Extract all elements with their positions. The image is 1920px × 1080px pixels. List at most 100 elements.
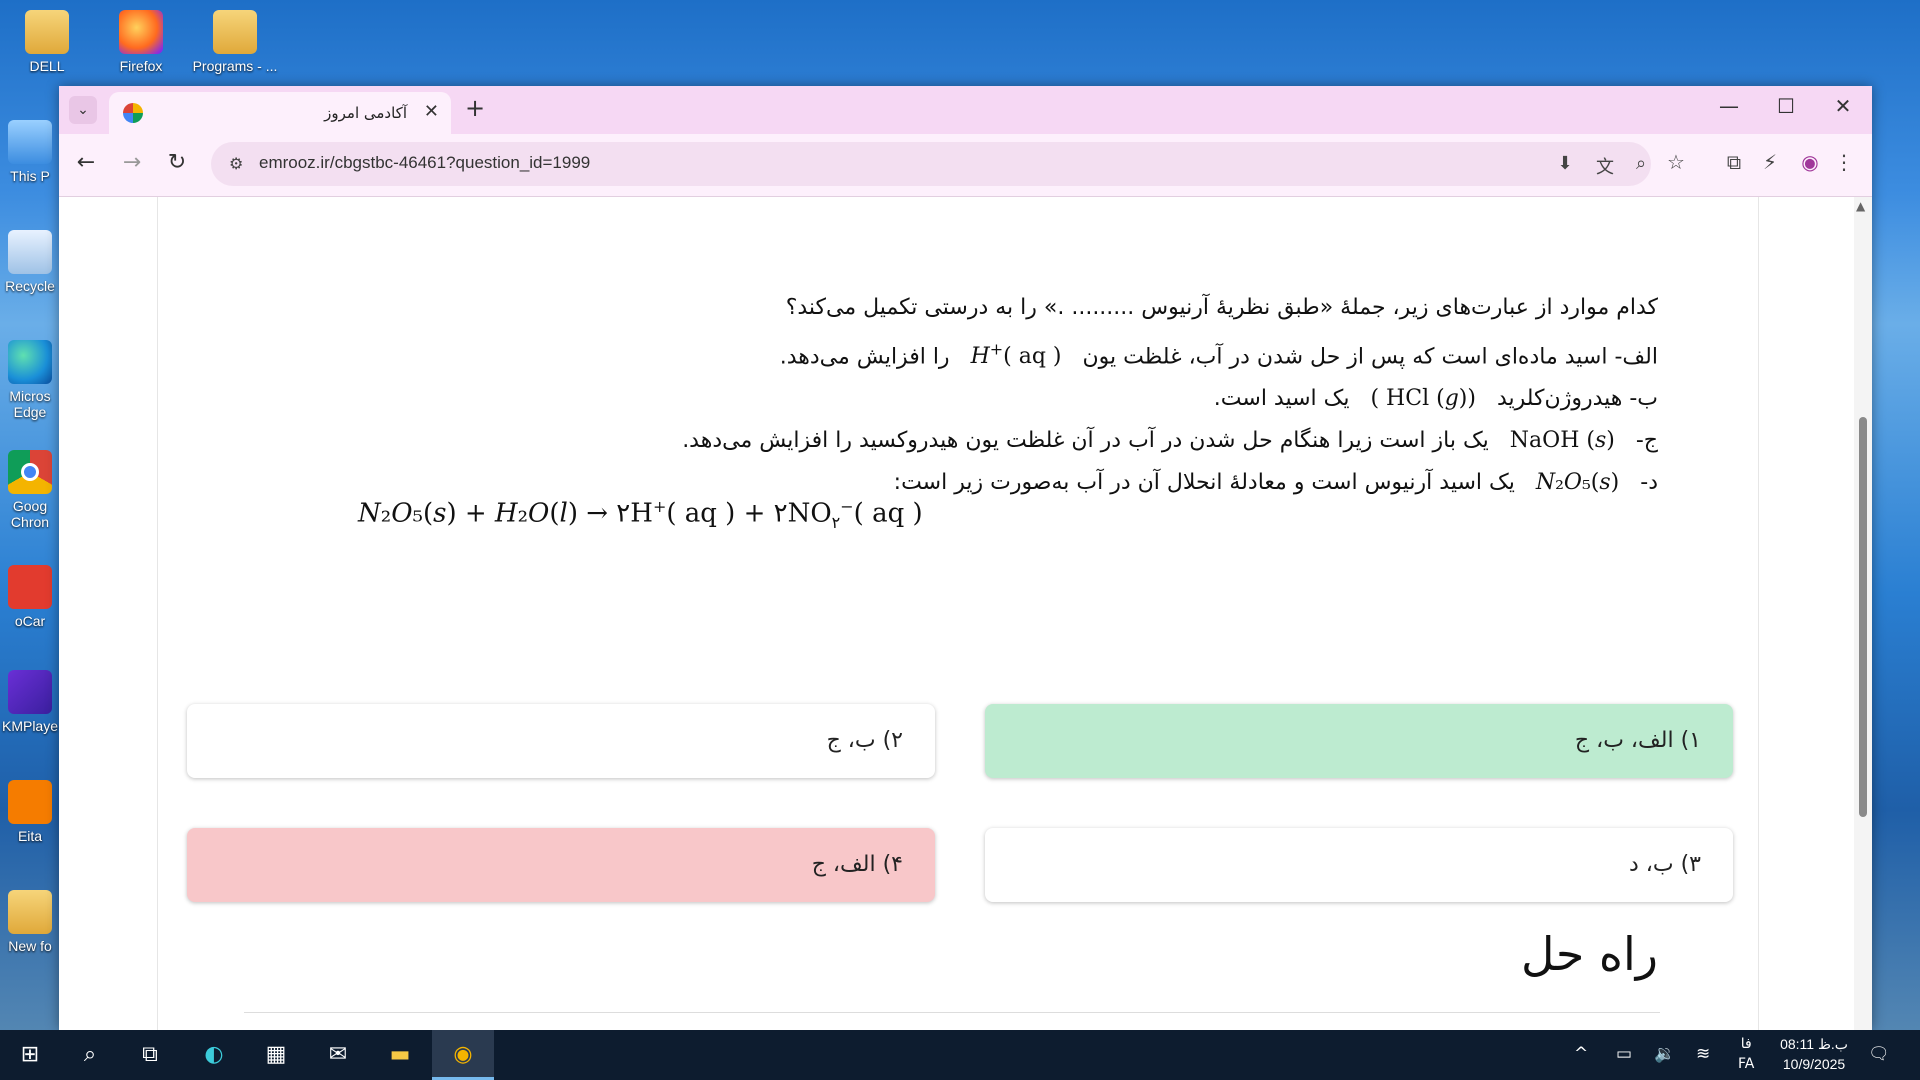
statement-c: ج- NaOH (s) یک باز است زیرا هنگام حل شدن… (258, 420, 1658, 462)
forward-button[interactable]: → (117, 150, 147, 175)
option-3[interactable]: ۳) ب، د (985, 828, 1733, 902)
desktop-icon-label: DELL (29, 58, 65, 74)
recycle-bin-icon (8, 230, 52, 274)
language-code: FA (1738, 1056, 1755, 1072)
site-info-icon[interactable]: ⚙ (229, 154, 243, 173)
desktop-icon-label: Recycle (5, 278, 55, 294)
option-1[interactable]: ۱) الف، ب، ج (985, 704, 1733, 778)
extensions-puzzle-icon[interactable]: ⧉ (1719, 150, 1749, 174)
desktop-icon-eitaa[interactable]: Eita (0, 780, 60, 844)
desktop-icon-label: Programs - ... (192, 58, 278, 74)
tab-active[interactable]: آکادمی امروز ✕ (109, 92, 451, 134)
statement-a: الف- اسید ماده‌ای است که پس از حل شدن در… (258, 329, 1658, 378)
scroll-up-icon[interactable]: ▲ (1856, 199, 1865, 213)
question-text: کدام موارد از عبارت‌های زیر، جملهٔ «طبق … (258, 287, 1658, 504)
desktop-icon-firefox[interactable]: Firefox (96, 10, 186, 74)
desktop-icon-label: New fo (8, 938, 52, 954)
tab-title: آکادمی امروز (324, 104, 407, 122)
tab-strip: ⌄ آکادمی امروز ✕ + — ☐ ✕ (59, 86, 1872, 134)
clock-time: 08:11 ب.ظ (1780, 1036, 1848, 1052)
folder-icon (25, 10, 69, 54)
desktop-icon-new-folder[interactable]: New fo (0, 890, 60, 954)
option-3-label: ۳) ب، د (1628, 852, 1701, 877)
option-2-label: ۲) ب، ج (826, 728, 903, 753)
browser-window: ⌄ آکادمی امروز ✕ + — ☐ ✕ ← → ↻ ⚙ emrooz.… (59, 86, 1872, 1030)
volume-icon[interactable]: 🔉 (1654, 1044, 1675, 1064)
reload-button[interactable]: ↻ (162, 150, 192, 175)
eitaa-icon (8, 780, 52, 824)
bookmark-star-icon[interactable]: ☆ (1661, 150, 1691, 174)
edge-icon (8, 340, 52, 384)
show-hidden-icons[interactable]: ^ (1574, 1044, 1588, 1064)
language-top: فا (1740, 1036, 1752, 1052)
math-n2o5: N₂O₅(s) (1535, 470, 1620, 496)
tab-search-button[interactable]: ⌄ (69, 96, 97, 124)
statement-d-label: د- (1640, 470, 1658, 496)
chrome-icon (8, 450, 52, 494)
desktop-icon-label: KMPlaye (1, 718, 59, 734)
task-view-icon[interactable]: ⧉ (134, 1039, 166, 1071)
search-icon[interactable]: ⌕ (74, 1039, 106, 1071)
desktop-icon-edge[interactable]: Micros Edge (0, 340, 60, 420)
desktop-icon-ocam[interactable]: oCar (0, 565, 60, 629)
notifications-icon[interactable]: 🗨 (1868, 1044, 1890, 1064)
desktop-icon-programs[interactable]: Programs - ... (190, 10, 280, 74)
language-indicator[interactable]: فا FA (1738, 1034, 1754, 1074)
statement-b-end: یک اسید است. (1213, 386, 1350, 412)
clock[interactable]: 08:11 ب.ظ 10/9/2025 (1780, 1034, 1848, 1074)
tab-close-icon[interactable]: ✕ (424, 101, 439, 122)
divider (244, 1012, 1660, 1013)
desktop-icon-dell[interactable]: DELL (2, 10, 92, 74)
ocam-icon (8, 565, 52, 609)
desktop-icon-this-pc[interactable]: This P (0, 120, 60, 184)
statement-b-text: ب- هیدروژن‌کلرید (1496, 386, 1658, 412)
profile-avatar-icon[interactable]: ◉ (1795, 150, 1825, 174)
desktop-icon-chrome[interactable]: Goog Chron (0, 450, 60, 530)
chrome-taskbar-icon: ◉ (453, 1042, 473, 1067)
option-4[interactable]: ۴) الف، ج (187, 828, 935, 902)
address-bar[interactable]: ⚙ emrooz.ir/cbgstbc-46461?question_id=19… (211, 142, 1651, 186)
start-windows-icon[interactable]: ⊞ (14, 1039, 46, 1071)
site-favicon-icon (123, 103, 143, 123)
install-app-icon[interactable]: ⬇ (1551, 153, 1579, 174)
page-scrollbar[interactable]: ▲ (1854, 197, 1872, 1030)
statement-a-end: را افزایش می‌دهد. (779, 344, 950, 370)
translate-icon[interactable]: 文 (1591, 153, 1619, 179)
chrome-taskbar-button[interactable]: ◉ (432, 1030, 494, 1080)
url-text: emrooz.ir/cbgstbc-46461?question_id=1999 (259, 153, 591, 172)
desktop-icon-label: Eita (17, 828, 43, 844)
math-hcl: ( HCl (g)) (1370, 386, 1476, 412)
desktop-icon-recycle-bin[interactable]: Recycle (0, 230, 60, 294)
desktop-icon-label: Micros Edge (9, 388, 51, 420)
menu-kebab-icon[interactable]: ⋮ (1829, 150, 1859, 174)
device-icon[interactable]: ▭ (1616, 1044, 1632, 1064)
zoom-icon[interactable]: ⌕ (1631, 153, 1651, 174)
computer-icon (8, 120, 52, 164)
new-tab-button[interactable]: + (465, 94, 485, 122)
back-button[interactable]: ← (71, 150, 101, 175)
question-card: کدام موارد از عبارت‌های زیر، جملهٔ «طبق … (157, 197, 1759, 1030)
browser-toolbar: ← → ↻ ⚙ emrooz.ir/cbgstbc-46461?question… (59, 134, 1872, 197)
option-2[interactable]: ۲) ب، ج (187, 704, 935, 778)
math-h-plus: H+( aq ) (970, 340, 1062, 370)
statement-d-text: یک اسید آرنیوس است و معادلهٔ انحلال آن د… (893, 470, 1515, 496)
scrollbar-thumb[interactable] (1859, 417, 1867, 817)
taskbar: ⊞ ⌕ ⧉ ◐ ▦ ✉ ▬ ◉ ^ ▭ 🔉 ≋ فا FA 08:11 ب.ظ … (0, 1030, 1920, 1080)
edge-taskbar-icon[interactable]: ◐ (198, 1039, 230, 1071)
desktop-icon-label: Goog Chron (10, 498, 50, 530)
file-explorer-icon[interactable]: ▬ (384, 1039, 416, 1071)
maximize-button[interactable]: ☐ (1766, 94, 1806, 118)
minimize-button[interactable]: — (1709, 94, 1749, 118)
desktop-icon-label: Firefox (119, 58, 163, 74)
clock-date: 10/9/2025 (1782, 1056, 1846, 1072)
desktop-icon-kmplayer[interactable]: KMPlaye (0, 670, 60, 734)
network-icon[interactable]: ≋ (1696, 1044, 1710, 1064)
store-icon[interactable]: ▦ (260, 1039, 292, 1071)
performance-icon[interactable]: ⚡ (1755, 150, 1785, 174)
close-window-button[interactable]: ✕ (1823, 94, 1863, 118)
statement-c-text: یک باز است زیرا هنگام حل شدن در آب در آن… (682, 428, 1489, 454)
question-stem: کدام موارد از عبارت‌های زیر، جملهٔ «طبق … (785, 295, 1658, 320)
folder-icon (213, 10, 257, 54)
solution-heading: راه حل (1521, 927, 1658, 981)
mail-icon[interactable]: ✉ (322, 1039, 354, 1071)
